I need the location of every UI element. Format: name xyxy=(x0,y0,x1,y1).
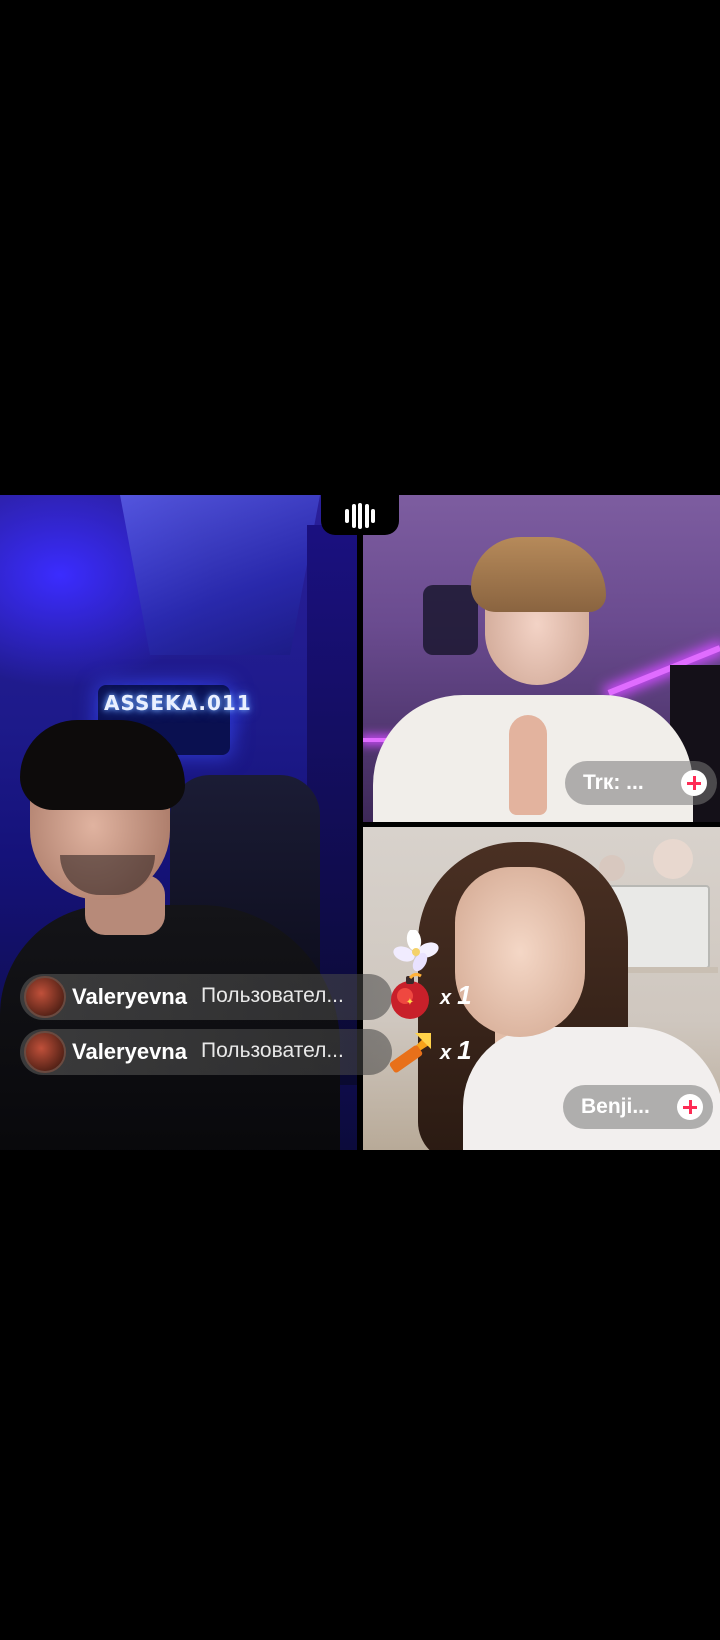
gift-sender-name[interactable]: Valeryevna xyxy=(72,984,187,1010)
gift-count: x1 xyxy=(440,1035,472,1065)
gift-message: Пользовател... xyxy=(201,984,344,1007)
guest-video-tile-1[interactable]: Trк: ... xyxy=(363,495,720,822)
gift-message: Пользовател... xyxy=(201,1039,344,1062)
avatar[interactable] xyxy=(24,976,66,1018)
guest-name-pill[interactable]: Benji... xyxy=(563,1085,713,1129)
svg-text:✦: ✦ xyxy=(406,997,414,1008)
gift-sender-name[interactable]: Valeryevna xyxy=(72,1039,187,1065)
follow-plus-icon[interactable] xyxy=(681,770,707,796)
guest-name-pill[interactable]: Trк: ... xyxy=(565,761,717,805)
guest-name-label: Benji... xyxy=(581,1095,650,1118)
rose-bomb-gift-icon: ✦ xyxy=(391,972,429,1019)
follow-plus-icon[interactable] xyxy=(677,1094,703,1120)
gift-notification: Valeryevna Пользовател... x1 xyxy=(20,1027,480,1077)
audio-bars-icon xyxy=(345,503,375,529)
flower-gift-icon xyxy=(393,930,439,972)
gift-notification: Valeryevna Пользовател... ✦ x1 xyxy=(20,972,480,1022)
guest-name-label: Trк: ... xyxy=(583,771,644,794)
avatar[interactable] xyxy=(24,1031,66,1073)
gift-count: x1 xyxy=(440,980,472,1010)
neon-sign-text: ASSEKA.011 xyxy=(104,691,252,715)
popular-rocket-gift-icon xyxy=(389,1033,431,1073)
